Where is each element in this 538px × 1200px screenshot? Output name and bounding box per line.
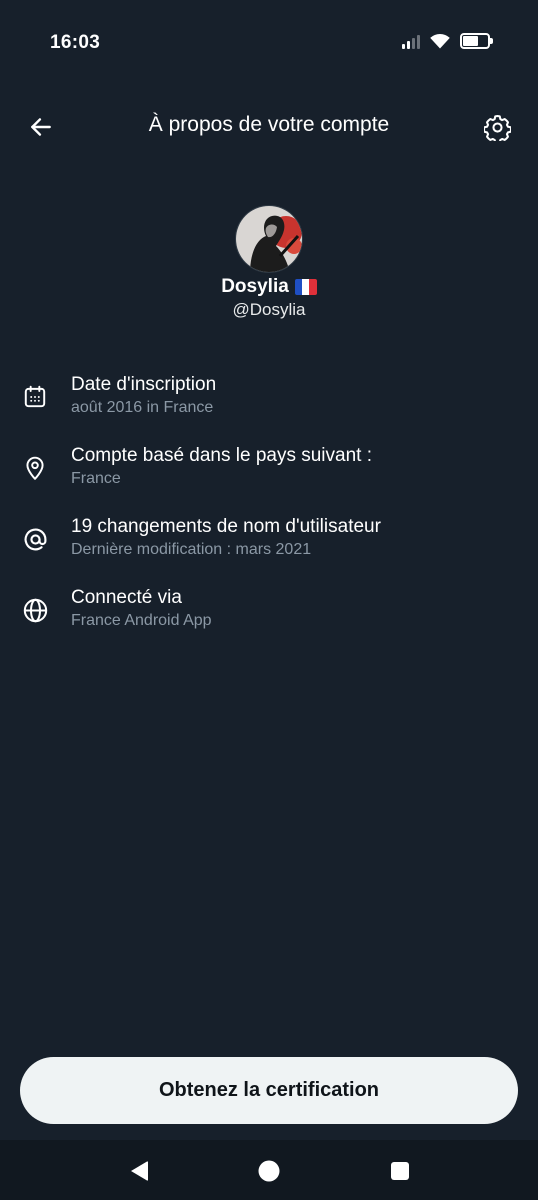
- info-row-country: Compte basé dans le pays suivant : Franc…: [0, 443, 538, 514]
- battery-fill: [463, 36, 478, 46]
- top-app-bar: À propos de votre compte: [0, 96, 538, 156]
- wifi-icon: [430, 33, 450, 49]
- info-subtitle: France Android App: [71, 612, 212, 629]
- info-subtitle: août 2016 in France: [71, 399, 214, 416]
- signal-icon: [402, 33, 420, 49]
- get-verified-label: Obtenez la certification: [158, 1079, 380, 1101]
- info-row-join-date: Date d'inscription août 2016 in France: [0, 372, 538, 443]
- calendar-icon: [20, 382, 50, 412]
- nav-recents-button[interactable]: [385, 1156, 415, 1186]
- status-time: 16:03: [50, 32, 101, 53]
- info-subtitle: France: [71, 470, 121, 487]
- avatar[interactable]: [235, 205, 303, 273]
- page-title: À propos de votre compte: [148, 113, 390, 136]
- system-nav-bar: [0, 1140, 538, 1200]
- avatar-image: [236, 206, 302, 272]
- square-recents-icon: [391, 1162, 409, 1180]
- display-name: Dosylia: [221, 276, 289, 297]
- info-row-connected-via: Connecté via France Android App: [0, 585, 538, 656]
- nav-home-button[interactable]: [254, 1156, 284, 1186]
- circle-home-icon: [258, 1160, 280, 1182]
- info-title: Compte basé dans le pays suivant :: [71, 445, 373, 466]
- info-row-username-changes: 19 changements de nom d'utilisateur Dern…: [0, 514, 538, 585]
- about-account-screen: 16:03 À propos de votre compte Dosylia @…: [0, 0, 538, 1200]
- nav-back-button[interactable]: [124, 1156, 154, 1186]
- info-title: 19 changements de nom d'utilisateur: [71, 516, 381, 537]
- france-flag-icon: [294, 279, 317, 295]
- status-icons: [402, 33, 493, 49]
- info-subtitle: Dernière modification : mars 2021: [71, 541, 312, 558]
- gear-icon: [483, 114, 511, 141]
- triangle-back-icon: [131, 1161, 148, 1181]
- username-handle: @Dosylia: [232, 300, 306, 319]
- info-title: Connecté via: [71, 587, 182, 608]
- get-verified-button[interactable]: Obtenez la certification: [20, 1057, 518, 1124]
- status-bar: 16:03: [0, 0, 538, 86]
- globe-icon: [20, 595, 50, 625]
- at-sign-icon: [20, 524, 50, 554]
- profile-header: Dosylia @Dosylia: [0, 205, 538, 320]
- name-row: Dosylia: [0, 276, 538, 298]
- account-info-list: Date d'inscription août 2016 in France C…: [0, 372, 538, 656]
- location-pin-icon: [20, 453, 50, 483]
- info-title: Date d'inscription: [71, 374, 217, 395]
- battery-icon: [460, 33, 493, 49]
- settings-button[interactable]: [476, 106, 518, 148]
